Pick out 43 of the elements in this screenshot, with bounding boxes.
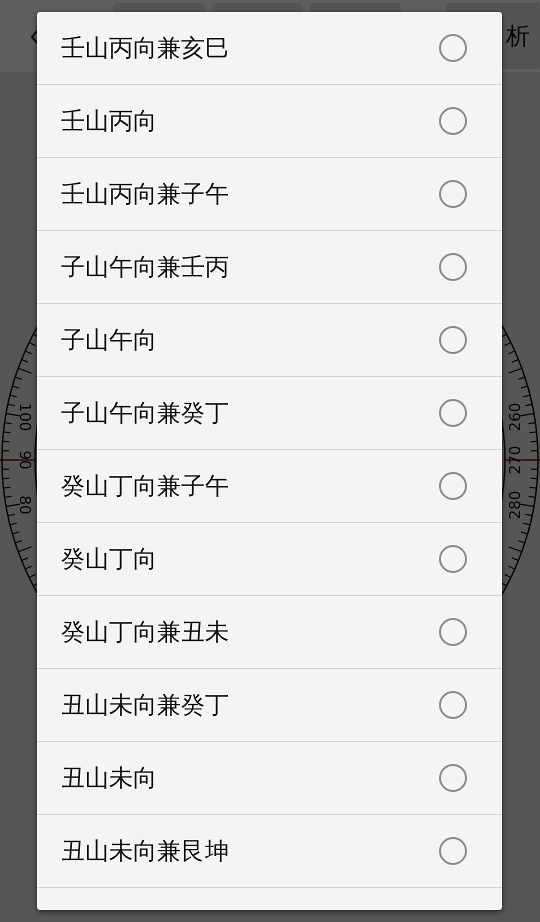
radio-button[interactable] <box>439 253 467 281</box>
option-label: 丑山未向 <box>61 763 157 794</box>
option-label: 丑山未向兼艮坤 <box>61 836 229 867</box>
degree-label: 270 <box>506 446 524 474</box>
radio-button[interactable] <box>439 34 467 62</box>
radio-button[interactable] <box>439 399 467 427</box>
option-label: 癸山丁向兼丑未 <box>61 617 229 648</box>
option-label: 子山午向兼癸丁 <box>61 398 229 429</box>
option-label: 子山午向兼壬丙 <box>61 252 229 283</box>
radio-button[interactable] <box>439 837 467 865</box>
radio-button[interactable] <box>439 618 467 646</box>
option-label: 子山午向 <box>61 325 157 356</box>
radio-button[interactable] <box>439 180 467 208</box>
option-row[interactable]: 壬山丙向兼子午 <box>37 158 502 231</box>
option-row[interactable]: 癸山丁向兼丑未 <box>37 596 502 669</box>
degree-label: 260 <box>506 402 524 432</box>
degree-label: 90 <box>16 450 34 470</box>
radio-button[interactable] <box>439 764 467 792</box>
option-label: 壬山丙向兼子午 <box>61 179 229 210</box>
degree-label: 80 <box>16 495 34 515</box>
radio-button[interactable] <box>439 545 467 573</box>
back-icon[interactable] <box>30 29 40 45</box>
option-label: 丑山未向兼癸丁 <box>61 690 229 721</box>
option-row[interactable]: 癸山丁向兼子午 <box>37 450 502 523</box>
option-label: 壬山丙向兼亥巳 <box>61 33 229 64</box>
option-label: 癸山丁向兼子午 <box>61 471 229 502</box>
option-label: 癸山丁向 <box>61 544 157 575</box>
option-row[interactable]: 子山午向兼癸丁 <box>37 377 502 450</box>
option-row[interactable]: 子山午向 <box>37 304 502 377</box>
option-row[interactable]: 丑山未向兼艮坤 <box>37 815 502 888</box>
radio-button[interactable] <box>439 326 467 354</box>
option-row[interactable]: 丑山未向 <box>37 742 502 815</box>
radio-button[interactable] <box>439 107 467 135</box>
radio-button[interactable] <box>439 691 467 719</box>
option-row[interactable]: 丑山未向兼癸丁 <box>37 669 502 742</box>
radio-button[interactable] <box>439 472 467 500</box>
option-label: 壬山丙向 <box>61 106 157 137</box>
degree-label: 100 <box>16 402 34 432</box>
degree-label: 280 <box>506 490 524 520</box>
option-row[interactable]: 壬山丙向 <box>37 85 502 158</box>
option-row[interactable]: 癸山丁向 <box>37 523 502 596</box>
option-row[interactable]: 壬山丙向兼亥巳 <box>37 12 502 85</box>
option-row[interactable]: 子山午向兼壬丙 <box>37 231 502 304</box>
